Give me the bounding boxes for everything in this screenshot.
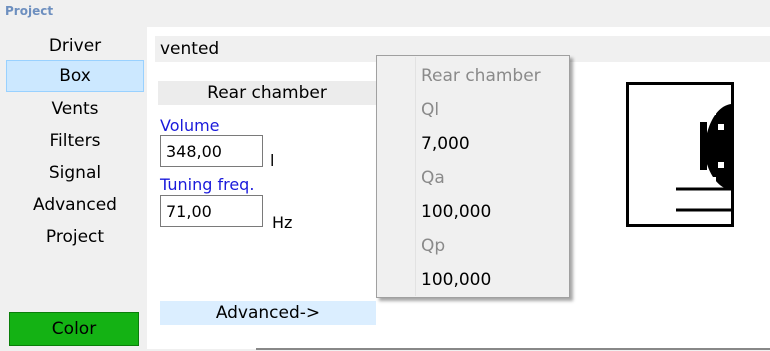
sidebar-item-filters[interactable]: Filters (7, 126, 143, 156)
menu-item-ql: Ql (421, 100, 440, 120)
box-diagram (626, 82, 734, 227)
advanced-button[interactable]: Advanced-> (160, 301, 376, 325)
volume-label: Volume (160, 116, 220, 135)
tuning-freq-label: Tuning freq. (160, 175, 255, 194)
menu-item-rear-chamber: Rear chamber (421, 66, 541, 86)
sidebar-item-project[interactable]: Project (7, 222, 143, 252)
tuning-freq-unit: Hz (272, 213, 293, 232)
menu-gutter (415, 57, 416, 296)
volume-input[interactable] (160, 135, 263, 167)
sidebar-item-driver[interactable]: Driver (7, 31, 143, 61)
sidebar-item-vents[interactable]: Vents (7, 94, 143, 124)
volume-unit: l (270, 151, 275, 170)
bottom-divider (256, 348, 770, 350)
tuning-freq-input[interactable] (160, 195, 263, 227)
color-button[interactable]: Color (9, 312, 139, 346)
speaker-hole-4 (710, 177, 716, 183)
menu-item-qa: Qa (421, 168, 445, 188)
speaker-hole-2 (718, 124, 724, 130)
menu-item-qp: Qp (421, 236, 446, 256)
window-title: Project (5, 4, 54, 18)
menu-item-qp-value[interactable]: 100,000 (421, 270, 491, 290)
rear-chamber-header: Rear chamber (158, 81, 376, 105)
speaker-magnet (700, 122, 707, 170)
menu-item-qa-value[interactable]: 100,000 (421, 202, 491, 222)
sidebar-item-advanced[interactable]: Advanced (7, 190, 143, 220)
context-menu: Rear chamber Ql 7,000 Qa 100,000 Qp 100,… (376, 55, 570, 298)
sidebar-item-box[interactable]: Box (6, 60, 144, 92)
sidebar-item-signal[interactable]: Signal (7, 158, 143, 188)
speaker-hole-1 (710, 109, 716, 115)
speaker-hole-3 (718, 162, 724, 168)
menu-item-ql-value[interactable]: 7,000 (421, 134, 470, 154)
